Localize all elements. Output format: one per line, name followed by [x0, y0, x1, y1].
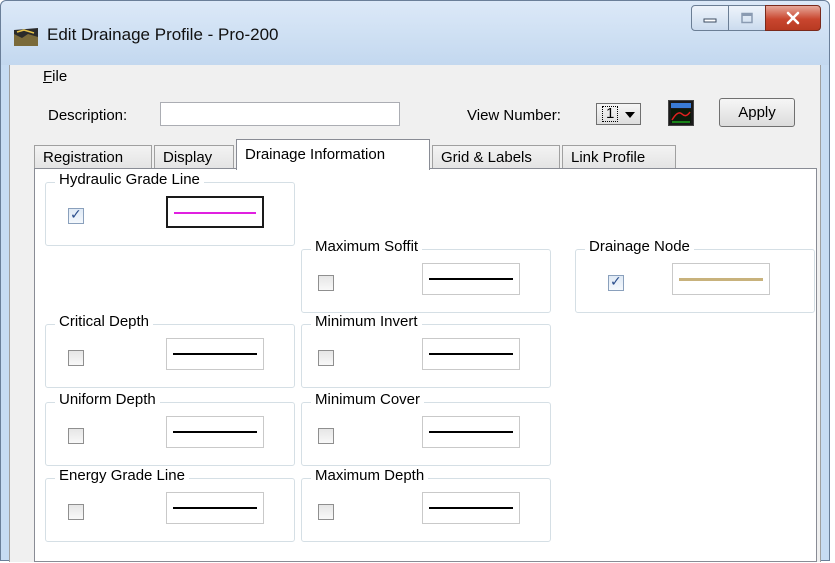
tab-display[interactable]: Display [154, 145, 234, 169]
app-icon [14, 28, 38, 46]
group-uniform-depth: Uniform Depth [45, 391, 295, 466]
group-label: Minimum Cover [311, 391, 425, 408]
energy-grade-line-checkbox[interactable] [68, 504, 84, 520]
window-title: Edit Drainage Profile - Pro-200 [47, 25, 279, 44]
drainage-node-symbology-button[interactable] [672, 263, 770, 295]
line-style-preview [173, 431, 257, 433]
group-label: Critical Depth [55, 313, 154, 330]
group-minimum-cover: Minimum Cover [301, 391, 551, 466]
menu-file-mnemonic: F [43, 68, 53, 85]
menu-file-label: ile [52, 68, 68, 85]
line-style-preview [679, 278, 763, 281]
tab-grid-labels[interactable]: Grid & Labels [432, 145, 560, 169]
view-number-select[interactable]: 1 [596, 103, 641, 125]
close-button[interactable] [765, 5, 821, 31]
line-style-preview [173, 353, 257, 355]
tab-label: Drainage Information [245, 146, 386, 163]
group-energy-grade-line: Energy Grade Line [45, 467, 295, 542]
maximum-soffit-checkbox[interactable] [318, 275, 334, 291]
title-bar[interactable]: Edit Drainage Profile - Pro-200 [1, 1, 829, 65]
hydraulic-grade-line-checkbox[interactable]: ✓ [68, 206, 84, 224]
group-label: Minimum Invert [311, 313, 422, 330]
view-number-label: View Number: [467, 107, 561, 124]
apply-button[interactable]: Apply [719, 98, 795, 127]
group-hydraulic-grade-line: Hydraulic Grade Line ✓ [45, 171, 295, 246]
tab-label: Grid & Labels [441, 149, 532, 166]
minimum-cover-checkbox[interactable] [318, 428, 334, 444]
uniform-depth-symbology-button[interactable] [166, 416, 264, 448]
minimum-invert-symbology-button[interactable] [422, 338, 520, 370]
dropdown-arrow-icon [625, 112, 635, 118]
minimum-cover-symbology-button[interactable] [422, 416, 520, 448]
group-label: Maximum Depth [311, 467, 429, 484]
group-drainage-node: Drainage Node ✓ [575, 238, 815, 313]
uniform-depth-checkbox[interactable] [68, 428, 84, 444]
dialog-window: Edit Drainage Profile - Pro-200 File Des… [0, 0, 830, 562]
line-style-preview [174, 212, 256, 214]
tab-drainage-information[interactable]: Drainage Information [236, 139, 430, 170]
line-style-preview [429, 278, 513, 280]
menu-bar: File [10, 65, 820, 87]
view-number-value: 1 [602, 106, 619, 122]
description-label: Description: [48, 107, 128, 124]
minimize-icon [703, 18, 717, 23]
group-critical-depth: Critical Depth [45, 313, 295, 388]
tab-label: Link Profile [571, 149, 646, 166]
line-style-preview [429, 353, 513, 355]
dialog-client-area: File Description: View Number: 1 Apply R… [9, 65, 821, 562]
maximum-depth-symbology-button[interactable] [422, 492, 520, 524]
critical-depth-checkbox[interactable] [68, 350, 84, 366]
group-maximum-soffit: Maximum Soffit [301, 238, 551, 313]
group-label: Hydraulic Grade Line [55, 171, 204, 188]
line-style-preview [429, 431, 513, 433]
energy-grade-line-symbology-button[interactable] [166, 492, 264, 524]
description-input[interactable] [160, 102, 400, 126]
group-minimum-invert: Minimum Invert [301, 313, 551, 388]
minimum-invert-checkbox[interactable] [318, 350, 334, 366]
group-label: Drainage Node [585, 238, 694, 255]
group-maximum-depth: Maximum Depth [301, 467, 551, 542]
maximize-button[interactable] [728, 5, 766, 31]
tab-registration[interactable]: Registration [34, 145, 152, 169]
group-label: Uniform Depth [55, 391, 160, 408]
hydraulic-grade-line-symbology-button[interactable] [166, 196, 264, 228]
checkmark-icon: ✓ [610, 273, 622, 289]
window-controls [691, 5, 821, 31]
tab-link-profile[interactable]: Link Profile [562, 145, 676, 169]
tab-label: Registration [43, 149, 124, 166]
checkmark-icon: ✓ [70, 206, 82, 222]
minimize-button[interactable] [691, 5, 729, 31]
drainage-node-checkbox[interactable]: ✓ [608, 273, 624, 291]
tab-label: Display [163, 149, 213, 166]
line-style-preview [173, 507, 257, 509]
group-label: Energy Grade Line [55, 467, 189, 484]
maximum-depth-checkbox[interactable] [318, 504, 334, 520]
maximum-soffit-symbology-button[interactable] [422, 263, 520, 295]
critical-depth-symbology-button[interactable] [166, 338, 264, 370]
menu-file[interactable]: File [41, 68, 69, 85]
line-style-preview [429, 507, 513, 509]
tab-panel-drainage-information: Hydraulic Grade Line ✓ Critical Depth Un… [34, 168, 817, 562]
close-icon [786, 11, 800, 25]
group-label: Maximum Soffit [311, 238, 423, 255]
maximize-icon [741, 12, 753, 24]
view-profile-icon[interactable] [668, 100, 694, 126]
